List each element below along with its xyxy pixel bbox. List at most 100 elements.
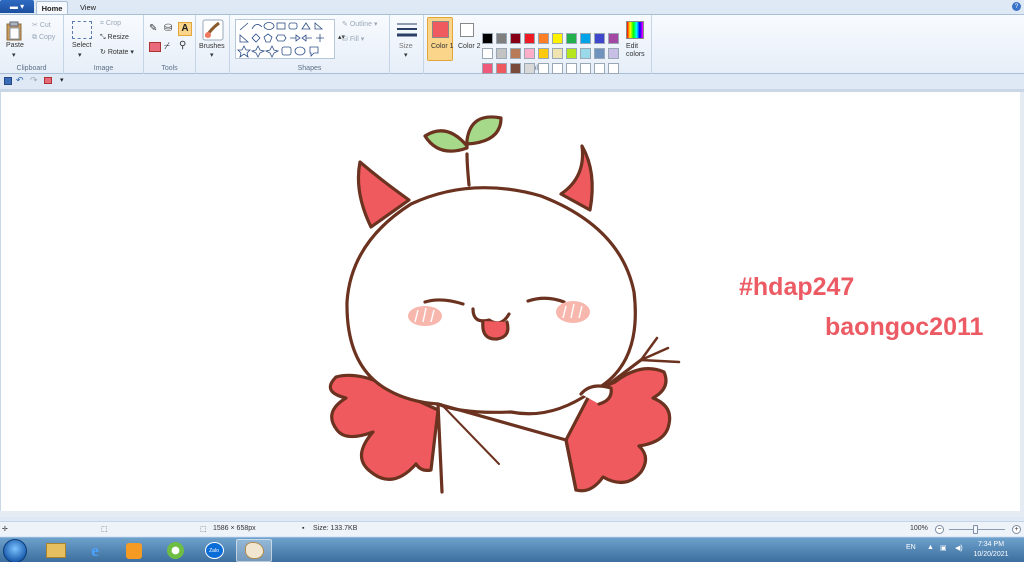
palette-swatch[interactable] [482,33,493,44]
taskbar-coccoc[interactable] [157,539,193,562]
palette-swatch[interactable] [524,33,535,44]
paste-button[interactable] [6,21,22,41]
palette-swatch[interactable] [552,63,563,74]
color-1-swatch [432,21,449,38]
magnifier-icon[interactable]: ⚲ [179,40,191,52]
tab-home[interactable]: Home [36,1,68,14]
palette-swatch[interactable] [594,63,605,74]
palette-swatch[interactable] [496,48,507,59]
select-button[interactable] [72,21,92,39]
volume-icon[interactable]: ◀) [955,544,963,552]
taskbar-explorer[interactable] [38,539,74,562]
network-icon[interactable]: ▣ [940,544,947,552]
palette-swatch[interactable] [510,63,521,74]
palette-swatch[interactable] [566,63,577,74]
color-picker-icon[interactable]: ⌿ [164,41,176,53]
palette-swatch[interactable] [524,63,535,74]
zoom-in-button[interactable]: + [1012,525,1021,534]
zoom-out-button[interactable]: − [935,525,944,534]
horizontal-scrollbar[interactable] [0,511,1024,517]
palette-swatch[interactable] [552,33,563,44]
palette-swatch[interactable] [538,33,549,44]
copy-button[interactable]: ⧉ Copy [32,34,55,42]
taskbar-media-player[interactable] [116,539,152,562]
clock-time: 7:34 PM [977,541,1005,548]
taskbar-zalo[interactable]: Zalo [196,539,232,562]
palette-swatch[interactable] [608,48,619,59]
media-player-icon [126,542,142,559]
palette-swatch[interactable] [510,33,521,44]
palette-swatch[interactable] [496,33,507,44]
outline-button[interactable]: ✎ Outline ▾ [342,20,377,28]
palette-swatch[interactable] [510,48,521,59]
palette-swatch[interactable] [608,33,619,44]
save-icon[interactable] [4,77,12,85]
shapes-gallery[interactable] [235,19,335,59]
palette-swatch[interactable] [538,48,549,59]
shapes-group: ▴▾ ✎ Outline ▾ ⛁ Fill ▾ Shapes [230,15,390,74]
clipboard-group-label: Clipboard [16,65,47,72]
vertical-scrollbar[interactable] [1020,92,1024,511]
system-clock[interactable]: 7:34 PM 10/20/2021 [968,540,1014,560]
crop-button[interactable]: ⌗ Crop [100,20,121,28]
redo-icon[interactable]: ↷ [30,75,38,86]
color-2-button[interactable] [460,23,474,37]
size-button[interactable] [396,20,418,42]
palette-swatch[interactable] [566,33,577,44]
clock-date: 10/20/2021 [973,551,1009,558]
palette-swatch[interactable] [482,48,493,59]
eraser-shortcut-icon[interactable] [44,77,52,84]
edit-colors-button[interactable] [626,21,644,39]
cut-button[interactable]: ✂ Cut [32,21,51,29]
zalo-icon: Zalo [204,542,224,559]
palette-swatch[interactable] [538,63,549,74]
fill-bucket-icon[interactable]: ⛁ [164,23,176,35]
show-hidden-icons[interactable]: ▲ [927,544,934,551]
palette-swatch[interactable] [566,48,577,59]
ribbon-tab-strip: ▬ ▾ Home View ? [0,0,1024,14]
palette-swatch[interactable] [594,48,605,59]
palette-swatch[interactable] [580,48,591,59]
eraser-icon[interactable] [149,42,161,52]
fill-button[interactable]: ⛁ Fill ▾ [342,35,364,43]
palette-swatch[interactable] [552,48,563,59]
color-1-label: Color 1 [431,43,454,50]
tab-view[interactable]: View [72,1,104,14]
text-tool-icon[interactable]: A [178,22,192,36]
internet-explorer-icon: e [91,540,99,560]
customize-toolbar-icon[interactable]: ▾ [60,76,64,84]
language-indicator[interactable]: EN [906,544,916,551]
taskbar-paint[interactable] [236,539,272,562]
undo-icon[interactable]: ↶ [16,75,24,86]
resize-button[interactable]: ⤡ Resize [100,34,129,42]
clipboard-icon [6,21,22,41]
start-button[interactable] [3,539,27,562]
line-size-icon [397,23,417,37]
palette-swatch[interactable] [594,33,605,44]
drawing-canvas[interactable]: #hdap247 baongoc2011 [1,92,1020,511]
tools-group: ✎ ⛁ A ⌿ ⚲ Tools [144,15,196,74]
canvas-workspace: #hdap247 baongoc2011 [0,89,1024,517]
palette-swatch[interactable] [482,63,493,74]
pencil-icon[interactable]: ✎ [149,23,161,35]
image-dimensions: 1586 × 658px [213,525,256,532]
palette-swatch[interactable] [580,33,591,44]
watermark-username: baongoc2011 [825,313,984,341]
shapes-gallery-icon [237,22,324,58]
image-dimensions-icon: ⬚ [200,526,207,533]
image-group-label: Image [93,65,114,72]
palette-swatch[interactable] [496,63,507,74]
cursor-position-icon: ✛ [2,526,8,533]
palette-swatch[interactable] [524,48,535,59]
quick-access-toolbar: ↶ ↷ ▾ [0,75,1024,88]
taskbar-internet-explorer[interactable]: e [77,539,113,562]
watermark-hashtag: #hdap247 [739,273,855,301]
help-icon[interactable]: ? [1012,2,1021,11]
palette-swatch[interactable] [580,63,591,74]
zoom-slider-thumb[interactable] [973,525,978,534]
palette-swatch[interactable] [608,63,619,74]
brushes-button[interactable] [202,19,224,41]
app-menu-button[interactable]: ▬ ▾ [0,0,34,13]
zoom-level: 100% [910,525,928,532]
rotate-button[interactable]: ↻ Rotate ▾ [100,48,134,56]
